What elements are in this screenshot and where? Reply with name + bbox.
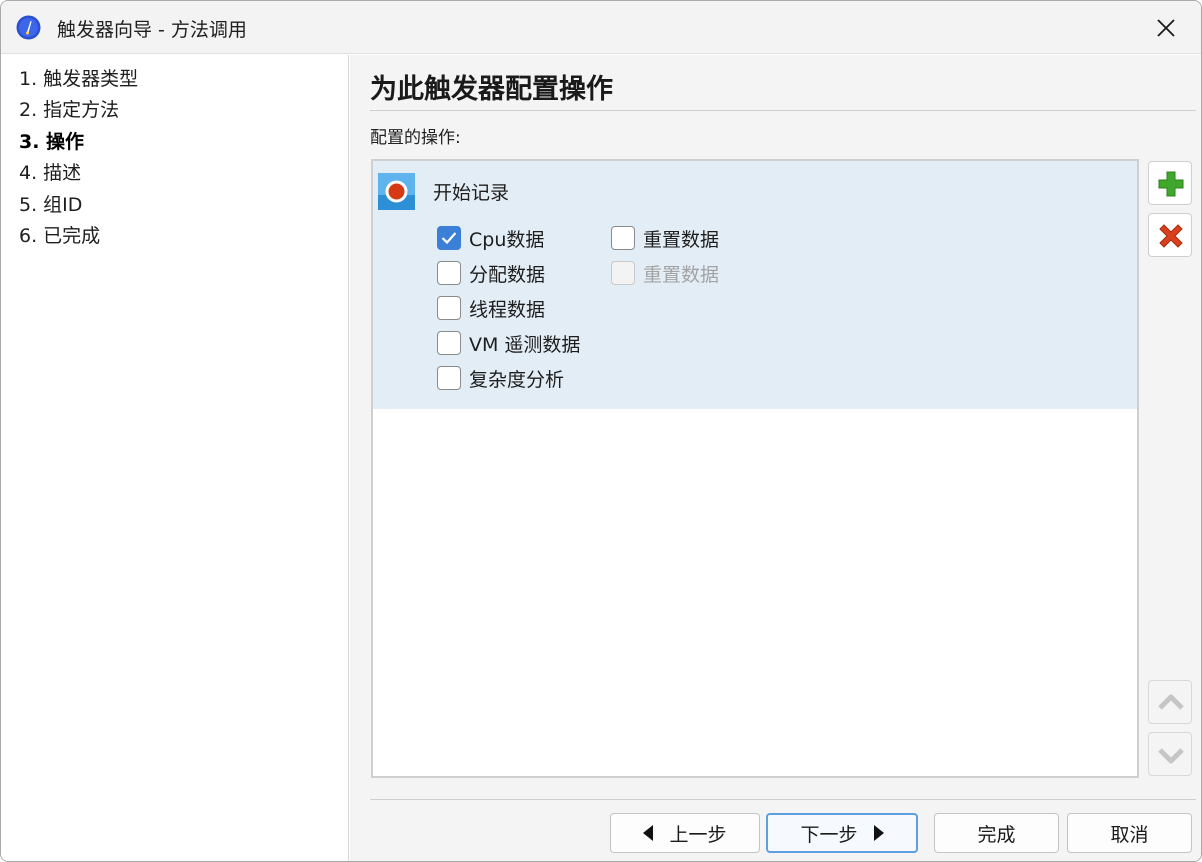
- reset-data-checkbox[interactable]: [611, 226, 635, 250]
- cpu-data-checkbox[interactable]: [437, 226, 461, 250]
- next-button-label: 下一步: [800, 823, 858, 846]
- reset-data-option-disabled: 重置数据: [611, 260, 719, 286]
- cancel-button-label: 取消: [1110, 823, 1149, 846]
- wizard-steps-sidebar: 1. 触发器类型 2. 指定方法 3. 操作 4. 描述 5. 组ID 6. 已…: [1, 55, 349, 861]
- finish-button[interactable]: 完成: [934, 813, 1059, 853]
- thread-data-label: 线程数据: [469, 298, 546, 321]
- delete-action-button[interactable]: [1148, 213, 1192, 257]
- move-down-button[interactable]: [1148, 732, 1192, 776]
- step-specify-method[interactable]: 2. 指定方法: [19, 97, 119, 123]
- complexity-analysis-checkbox[interactable]: [437, 366, 461, 390]
- step-finished[interactable]: 6. 已完成: [19, 223, 100, 249]
- thread-data-option[interactable]: 线程数据: [437, 295, 545, 321]
- back-button[interactable]: 上一步: [610, 813, 760, 853]
- reset-data-label: 重置数据: [643, 228, 720, 251]
- alloc-data-checkbox[interactable]: [437, 261, 461, 285]
- window-title: 触发器向导 - 方法调用: [57, 19, 247, 41]
- vm-telemetry-checkbox[interactable]: [437, 331, 461, 355]
- arrow-left-icon: [643, 825, 654, 841]
- wizard-window: 触发器向导 - 方法调用 1. 触发器类型 2. 指定方法 3. 操作 4. 描…: [0, 0, 1202, 862]
- finish-button-label: 完成: [977, 823, 1016, 846]
- close-button[interactable]: [1143, 9, 1189, 47]
- delete-icon: [1159, 224, 1183, 248]
- step-group-id[interactable]: 5. 组ID: [19, 192, 82, 218]
- reset-data-option[interactable]: 重置数据: [611, 225, 719, 251]
- cancel-button[interactable]: 取消: [1067, 813, 1192, 853]
- action-item-start-recording[interactable]: 开始记录 Cpu数据 分配数据 线程数据 VM 遥测数据 复杂度分析 重置数据 …: [373, 161, 1137, 409]
- add-action-button[interactable]: [1148, 161, 1192, 205]
- add-icon: [1158, 171, 1184, 197]
- record-icon: [378, 173, 415, 210]
- checkmark-icon: [441, 232, 457, 245]
- action-name: 开始记录: [433, 182, 510, 204]
- reset-data-label-disabled: 重置数据: [643, 263, 720, 286]
- close-icon: [1157, 19, 1175, 37]
- title-bar: 触发器向导 - 方法调用: [1, 1, 1201, 54]
- configured-actions-list[interactable]: 开始记录 Cpu数据 分配数据 线程数据 VM 遥测数据 复杂度分析 重置数据 …: [371, 159, 1139, 778]
- vm-telemetry-option[interactable]: VM 遥测数据: [437, 330, 580, 356]
- move-up-icon: [1158, 694, 1184, 710]
- profiler-app-icon: [16, 15, 41, 40]
- move-up-button[interactable]: [1148, 680, 1192, 724]
- page-title: 为此触发器配置操作: [370, 74, 613, 105]
- vm-telemetry-label: VM 遥测数据: [469, 333, 581, 356]
- alloc-data-option[interactable]: 分配数据: [437, 260, 545, 286]
- step-description[interactable]: 4. 描述: [19, 160, 81, 186]
- complexity-analysis-label: 复杂度分析: [469, 368, 565, 391]
- cpu-data-label: Cpu数据: [469, 228, 545, 251]
- move-down-icon: [1158, 748, 1184, 764]
- complexity-analysis-option[interactable]: 复杂度分析: [437, 365, 564, 391]
- next-button[interactable]: 下一步: [766, 813, 918, 853]
- cpu-data-option[interactable]: Cpu数据: [437, 225, 544, 251]
- title-divider: [370, 110, 1196, 111]
- footer-divider: [370, 799, 1196, 800]
- alloc-data-label: 分配数据: [469, 263, 546, 286]
- step-actions[interactable]: 3. 操作: [19, 129, 84, 155]
- configured-actions-label: 配置的操作:: [370, 128, 461, 148]
- thread-data-checkbox[interactable]: [437, 296, 461, 320]
- back-button-label: 上一步: [669, 823, 727, 846]
- reset-data-checkbox-disabled: [611, 261, 635, 285]
- main-panel: 为此触发器配置操作 配置的操作: 开始记录 Cpu数据 分配数据 线程数据 VM…: [350, 55, 1201, 861]
- arrow-right-icon: [873, 825, 884, 841]
- step-trigger-type[interactable]: 1. 触发器类型: [19, 66, 138, 92]
